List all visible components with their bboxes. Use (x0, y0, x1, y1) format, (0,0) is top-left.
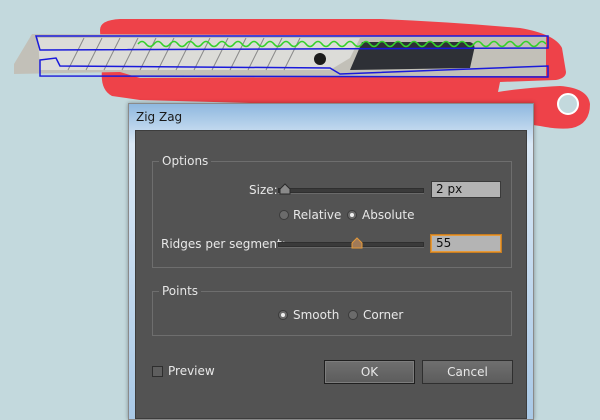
knife-hole (557, 93, 579, 115)
size-input[interactable]: 2 px (431, 181, 501, 198)
corner-label[interactable]: Corner (363, 307, 403, 323)
options-group: Options Size: 2 px Relative Absolute Rid… (152, 153, 512, 268)
cancel-button[interactable]: Cancel (422, 360, 513, 384)
zigzag-dialog: Zig Zag Options Size: 2 px Relative Abso… (128, 103, 534, 420)
smooth-radio[interactable] (278, 310, 288, 320)
smooth-label[interactable]: Smooth (293, 307, 339, 323)
ridges-input[interactable]: 55 (431, 235, 501, 252)
dialog-title: Zig Zag (136, 110, 183, 124)
absolute-label[interactable]: Absolute (362, 207, 414, 223)
blade-rivet (314, 53, 326, 65)
blade (38, 38, 360, 70)
ridges-label: Ridges per segment: (161, 237, 286, 251)
corner-radio[interactable] (348, 310, 358, 320)
points-legend: Points (159, 283, 202, 299)
relative-label[interactable]: Relative (293, 207, 341, 223)
size-label: Size: (249, 183, 278, 197)
relative-radio[interactable] (279, 210, 289, 220)
absolute-radio[interactable] (347, 210, 357, 220)
options-legend: Options (159, 153, 212, 169)
ridges-slider-thumb[interactable] (351, 237, 363, 249)
preview-checkbox[interactable] (152, 366, 163, 377)
size-slider-track[interactable] (278, 188, 424, 193)
dialog-client-area: Options Size: 2 px Relative Absolute Rid… (135, 130, 527, 419)
preview-label[interactable]: Preview (168, 363, 215, 379)
size-slider-thumb[interactable] (279, 183, 291, 195)
ok-button[interactable]: OK (324, 360, 415, 384)
points-group: Points Smooth Corner (152, 283, 512, 336)
